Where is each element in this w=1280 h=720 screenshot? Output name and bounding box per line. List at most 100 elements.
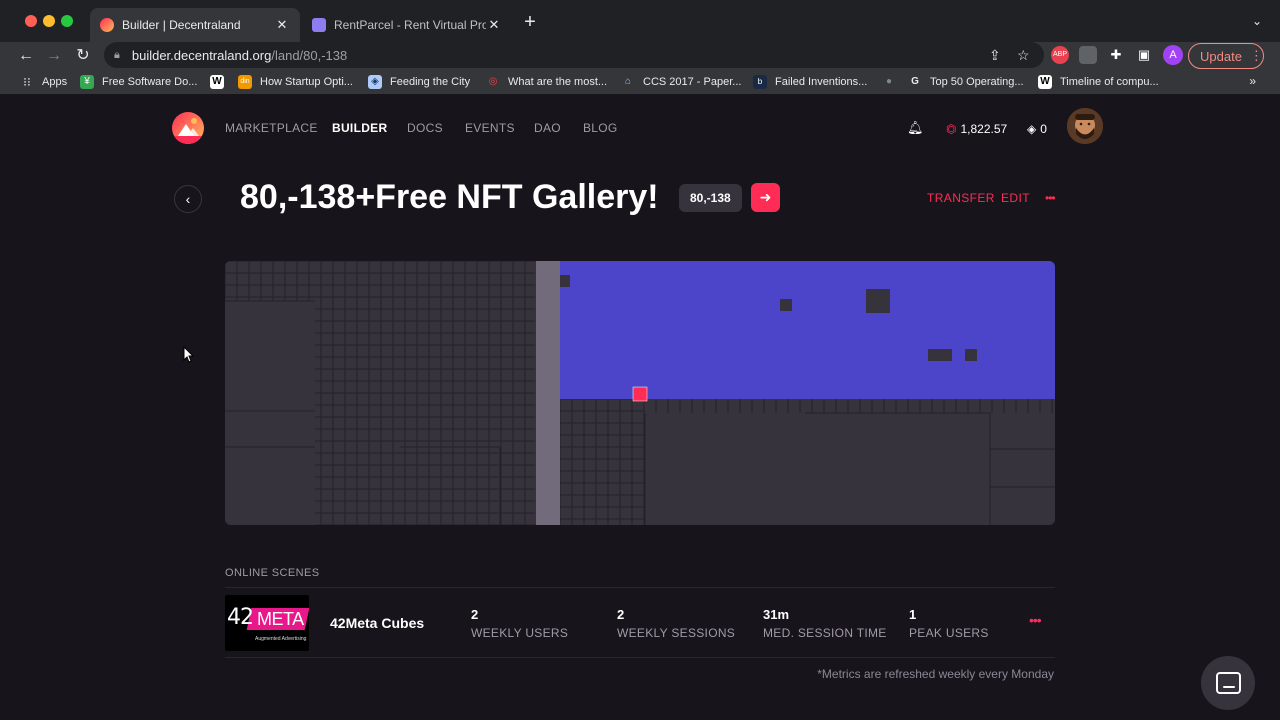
side-panel-icon[interactable]: ▣	[1135, 46, 1153, 64]
back-arrow-icon[interactable]: ←	[16, 46, 36, 66]
bookmark-shield-icon: ◈	[368, 75, 382, 89]
minimize-window-button[interactable]	[43, 15, 55, 27]
scene-more-button[interactable]: •••	[1029, 612, 1042, 628]
bookmark-green-icon: ¥	[80, 75, 94, 89]
stat-median-session: 31m MED. SESSION TIME	[763, 607, 887, 640]
atlas-canvas	[225, 261, 1055, 525]
close-window-button[interactable]	[25, 15, 37, 27]
scene-thumbnail[interactable]: 42 META Augmented Advertising	[225, 595, 309, 651]
menu-builder[interactable]: BUILDER	[332, 121, 387, 135]
back-button[interactable]: ‹	[174, 185, 202, 213]
lock-icon: 🔒︎	[114, 48, 120, 61]
thumbnail-tagline: Augmented Advertising	[255, 636, 307, 642]
edit-button[interactable]: EDIT	[1001, 191, 1030, 205]
stat-weekly-sessions: 2 WEEKLY SESSIONS	[617, 607, 735, 640]
google-icon: G	[911, 76, 919, 87]
zoom-window-button[interactable]	[61, 15, 73, 27]
menu-blog[interactable]: BLOG	[583, 121, 618, 135]
thumbnail-number: 42	[227, 605, 254, 630]
adblock-extension-icon[interactable]: ABP	[1051, 46, 1069, 64]
ethereum-icon: ◈	[1027, 122, 1037, 136]
new-tab-button[interactable]: +	[520, 12, 540, 32]
estate-highlight	[560, 261, 1055, 399]
bookmark-label: How Startup Opti...	[260, 76, 353, 88]
bookmark-quora[interactable]: ◎ What are the most...	[486, 75, 607, 89]
stat-value: 31m	[763, 607, 790, 622]
bookmark-startup[interactable]: din How Startup Opti...	[238, 75, 353, 89]
stat-weekly-users: 2 WEEKLY USERS	[471, 607, 568, 640]
stat-value: 1	[909, 607, 917, 622]
mouse-cursor-icon	[183, 346, 195, 363]
bookmarks-overflow-icon[interactable]: »	[1249, 74, 1256, 88]
bookmark-free-software[interactable]: ¥ Free Software Do...	[80, 75, 197, 89]
stat-label: PEAK USERS	[909, 626, 989, 640]
bookmark-label: CCS 2017 - Paper...	[643, 76, 742, 88]
road-strip	[536, 261, 560, 525]
logo-mountains-icon	[172, 118, 204, 144]
bookmark-quora-icon: ◎	[488, 76, 498, 87]
bookmark-label: Top 50 Operating...	[930, 76, 1024, 88]
stat-label: MED. SESSION TIME	[763, 626, 887, 640]
share-icon[interactable]: ⇪	[989, 47, 1001, 64]
bookmark-top-os[interactable]: G Top 50 Operating...	[908, 75, 1024, 89]
browser-menu-icon[interactable]: ⋮	[1250, 48, 1263, 64]
bookmark-timeline[interactable]: W Timeline of compu...	[1038, 75, 1159, 89]
bookmark-apps[interactable]: ⁝⁝ Apps	[20, 75, 67, 89]
bookmark-ccs[interactable]: ⌂ CCS 2017 - Paper...	[621, 75, 741, 89]
bookmark-star-icon[interactable]: ☆	[1017, 47, 1030, 64]
occupied-parcel	[780, 299, 792, 311]
update-button[interactable]: Update ⋮	[1188, 43, 1264, 69]
divider	[225, 657, 1055, 658]
decentraland-logo[interactable]	[172, 112, 204, 144]
occupied-parcel	[928, 349, 952, 361]
bookmark-label: Free Software Do...	[102, 76, 198, 88]
extension-icon[interactable]	[1079, 46, 1097, 64]
forward-arrow-icon[interactable]: →	[44, 46, 64, 66]
wikipedia-icon: W	[1038, 75, 1052, 89]
close-tab-icon[interactable]: ✕	[274, 17, 290, 33]
tab-builder[interactable]: Builder | Decentraland ✕	[90, 8, 300, 42]
transfer-button[interactable]: TRANSFER	[927, 191, 995, 205]
tab-rentparcel[interactable]: RentParcel - Rent Virtual Prope ✕	[302, 8, 512, 42]
thumbnail-brand: META	[257, 609, 304, 629]
mana-icon: ⏣	[946, 122, 957, 136]
menu-marketplace[interactable]: MARKETPLACE	[225, 121, 318, 135]
apps-grid-icon: ⁝⁝	[23, 75, 31, 89]
stat-label: WEEKLY USERS	[471, 626, 569, 640]
menu-events[interactable]: EVENTS	[465, 121, 515, 135]
stat-value: 2	[617, 607, 625, 622]
occupied-parcel	[866, 289, 890, 313]
chat-icon	[1216, 672, 1241, 694]
support-chat-button[interactable]	[1201, 656, 1255, 710]
menu-dao[interactable]: DAO	[534, 121, 561, 135]
menu-docs[interactable]: DOCS	[407, 121, 443, 135]
profile-avatar[interactable]: A	[1163, 45, 1183, 65]
bookmark-label: Feeding the City	[390, 76, 471, 88]
rentparcel-favicon-icon	[312, 18, 326, 32]
browser-toolbar: ← → ↻ 🔒︎ builder.decentraland.org/land/8…	[0, 42, 1280, 70]
selected-parcel-marker	[632, 386, 648, 402]
user-avatar[interactable]	[1067, 108, 1103, 144]
jump-in-button[interactable]: ➜	[751, 183, 780, 212]
stat-label: WEEKLY SESSIONS	[617, 626, 736, 640]
bookmark-failed-inventions[interactable]: b Failed Inventions...	[753, 75, 867, 89]
reload-icon[interactable]: ↻	[73, 46, 93, 66]
builder-page: MARKETPLACE BUILDER DOCS EVENTS DAO BLOG…	[0, 94, 1280, 720]
bookmark-feeding-city[interactable]: ◈ Feeding the City	[368, 75, 470, 89]
occupied-parcel	[965, 349, 977, 361]
land-atlas-map[interactable]	[225, 261, 1055, 525]
notifications-bell-icon[interactable]: 🔔︎	[907, 120, 924, 136]
bookmarks-bar: ⁝⁝ Apps ¥ Free Software Do... W din How …	[0, 70, 1280, 94]
tab-search-icon[interactable]: ⌄	[1252, 14, 1262, 28]
close-tab-icon[interactable]: ✕	[486, 17, 502, 33]
bookmark-apple[interactable]: ●	[882, 75, 904, 89]
coordinates-badge: 80,-138	[679, 184, 742, 212]
more-options-button[interactable]: •••	[1045, 191, 1056, 205]
mana-balance[interactable]: ⏣ 1,822.57	[946, 122, 1007, 136]
bookmark-label: Timeline of compu...	[1060, 76, 1159, 88]
puzzle-extensions-icon[interactable]: ✚	[1107, 46, 1125, 64]
address-bar[interactable]: 🔒︎ builder.decentraland.org/land/80,-138	[104, 42, 1044, 68]
mana-amount: 1,822.57	[960, 122, 1008, 136]
bookmark-wikipedia[interactable]: W	[210, 75, 232, 89]
eth-balance[interactable]: ◈ 0	[1027, 122, 1047, 136]
